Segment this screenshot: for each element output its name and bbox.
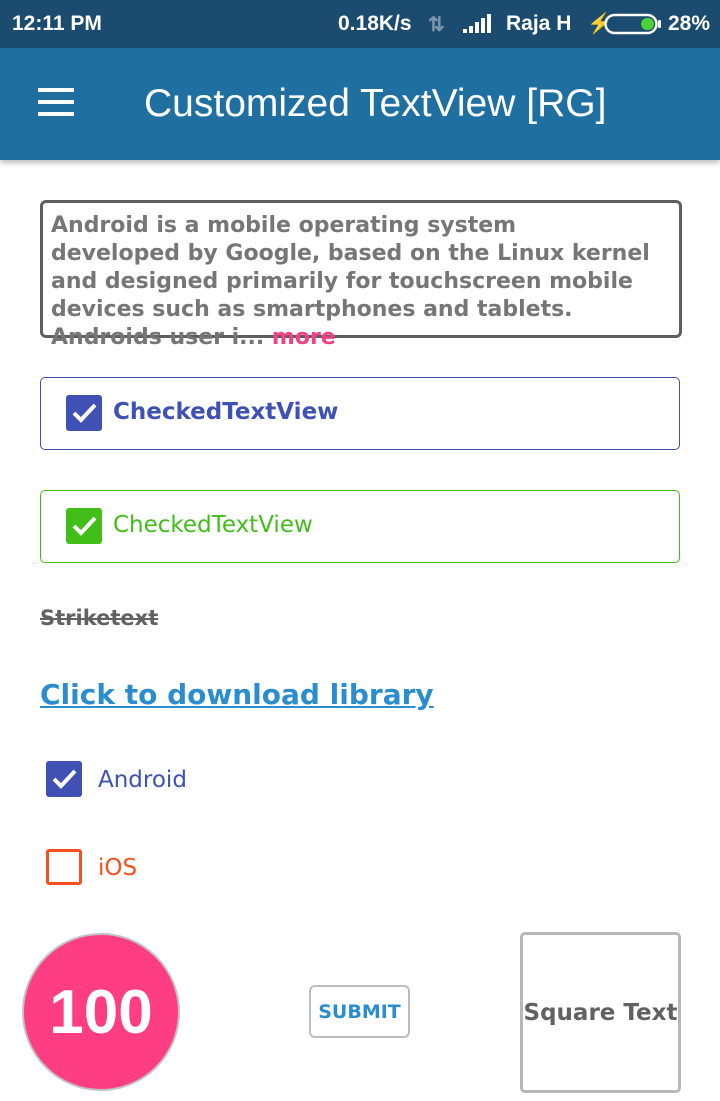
battery-percent: 28%: [668, 12, 711, 35]
status-bar: 12:11 PM 0.18K/s ⇅ Raja H ⚡ 28%: [0, 0, 720, 48]
checked-text-view-label: CheckedTextView: [113, 512, 313, 538]
hamburger-menu-icon[interactable]: [34, 84, 78, 120]
checkbox-label: Android: [98, 767, 187, 793]
description-body: Android is a mobile operating system dev…: [51, 213, 650, 350]
status-time: 12:11 PM: [12, 12, 102, 35]
more-link[interactable]: more: [272, 325, 336, 350]
checkbox-label: iOS: [98, 855, 138, 881]
network-speed: 0.18K/s: [338, 12, 412, 35]
circle-badge: 100: [22, 933, 180, 1091]
battery-icon: [604, 13, 662, 41]
checkbox-checked-icon: [46, 761, 82, 797]
download-library-link[interactable]: Click to download library: [40, 678, 434, 711]
checkmark-icon: [66, 508, 102, 544]
app-bar: Customized TextView [RG]: [0, 48, 720, 160]
checked-text-view-label: CheckedTextView: [113, 399, 339, 425]
checkmark-icon: [66, 395, 102, 431]
signal-strength-icon: [463, 13, 495, 39]
strike-text: Striketext: [40, 606, 159, 630]
description-text: Android is a mobile operating system dev…: [51, 212, 651, 352]
description-box: Android is a mobile operating system dev…: [40, 200, 682, 350]
square-text: Square Text: [520, 932, 681, 1093]
data-activity-icon: ⇅: [428, 14, 445, 36]
app-title: Customized TextView [RG]: [144, 82, 607, 125]
carrier-name: Raja H: [506, 12, 572, 35]
checkbox-unchecked-icon: [46, 849, 82, 885]
checked-text-view-green[interactable]: CheckedTextView: [40, 490, 680, 563]
checked-text-view-blue[interactable]: CheckedTextView: [40, 377, 680, 450]
submit-button[interactable]: SUBMIT: [309, 985, 410, 1038]
